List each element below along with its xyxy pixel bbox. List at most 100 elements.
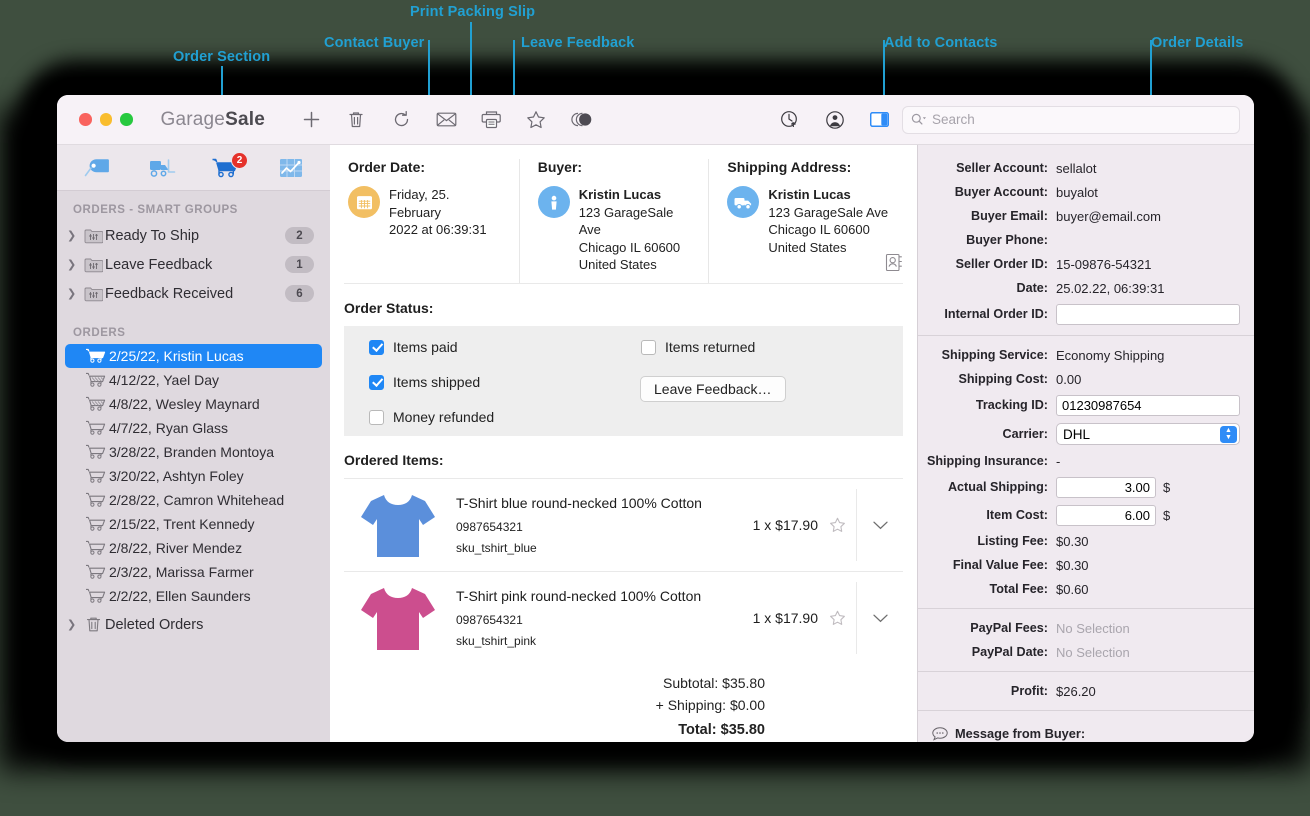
tshirt-image: [361, 588, 435, 650]
order-list-item[interactable]: 2/2/22, Ellen Saunders: [65, 584, 322, 608]
inspector-row-label: Item Cost:: [986, 508, 1048, 522]
sidebar-item-deleted-orders[interactable]: ❯ Deleted Orders: [57, 610, 330, 639]
items-shipped-checkbox[interactable]: [369, 374, 384, 390]
sidebar-item-count: 2: [285, 227, 314, 244]
tab-statistics[interactable]: [270, 153, 312, 183]
account-button[interactable]: [812, 103, 857, 137]
order-list-item[interactable]: 3/20/22, Ashtyn Foley: [65, 464, 322, 488]
tag-icon: [84, 158, 109, 176]
close-button[interactable]: [79, 113, 92, 126]
checkbox-items-returned[interactable]: Items returned: [641, 339, 755, 355]
items-paid-label: Items paid: [393, 339, 458, 355]
order-list-item[interactable]: 4/12/22, Yael Day: [65, 368, 322, 392]
sidebar-item-leave-feedback[interactable]: ❯ Leave Feedback 1: [57, 250, 330, 279]
add-button[interactable]: [289, 103, 334, 137]
chevron-right-icon[interactable]: ❯: [67, 618, 81, 631]
ordered-item-row[interactable]: T-Shirt pink round-necked 100% Cotton 09…: [344, 571, 903, 664]
cart-icon: [85, 492, 105, 507]
inspector-row-input[interactable]: 01230987654: [1056, 394, 1240, 416]
inspector-row-input[interactable]: [1056, 303, 1240, 325]
ordered-item-row[interactable]: T-Shirt blue round-necked 100% Cotton 09…: [344, 478, 903, 571]
inspector-row-label: Shipping Cost:: [958, 372, 1048, 386]
cart-icon: [85, 516, 105, 531]
zoom-button[interactable]: [120, 113, 133, 126]
money-refunded-checkbox[interactable]: [369, 409, 384, 425]
checkbox-items-shipped[interactable]: Items shipped: [369, 374, 480, 390]
item-expand-chevron-down-icon[interactable]: [856, 582, 903, 654]
inspector-row-label: Carrier:: [1002, 427, 1049, 441]
inspector-row-select[interactable]: DHL ▲ ▼: [1056, 423, 1240, 445]
chevron-right-icon[interactable]: ❯: [67, 287, 81, 300]
favorite-button[interactable]: [514, 103, 559, 137]
order-cart-icon: [81, 372, 109, 388]
app-title-light: Garage: [160, 108, 226, 130]
tab-orders[interactable]: 2: [205, 151, 248, 183]
order-cart-icon: [81, 588, 109, 604]
shipping-street: 123 GarageSale Ave: [768, 204, 889, 220]
inspector-row-input[interactable]: 3.00: [1056, 476, 1156, 498]
item-info: T-Shirt blue round-necked 100% Cotton 09…: [452, 495, 726, 555]
annotation-order-section: Order Section: [173, 49, 271, 65]
sidebar-item-ready-to-ship[interactable]: ❯ Ready To Ship 2: [57, 221, 330, 250]
item-expand-chevron-down-icon[interactable]: [856, 489, 903, 561]
shipping-address-cell: Shipping Address: Kristin Lucas 123 Gara…: [708, 159, 917, 283]
email-button[interactable]: [424, 103, 469, 137]
order-list-item-label: 4/8/22, Wesley Maynard: [109, 396, 260, 412]
delete-button[interactable]: [334, 103, 379, 137]
items-returned-checkbox[interactable]: [641, 339, 656, 355]
status-button[interactable]: [559, 103, 604, 137]
shipping-address-label: Shipping Address:: [727, 159, 852, 175]
order-list-item[interactable]: 2/28/22, Camron Whitehead: [65, 488, 322, 512]
inspector-row-value: buyalot: [1056, 184, 1098, 200]
order-list-item[interactable]: 2/8/22, River Mendez: [65, 536, 322, 560]
order-list-item[interactable]: 2/25/22, Kristin Lucas: [65, 344, 322, 368]
checkbox-items-paid[interactable]: Items paid: [369, 339, 458, 355]
order-list-item[interactable]: 3/28/22, Branden Montoya: [65, 440, 322, 464]
leave-feedback-button[interactable]: Leave Feedback…: [640, 376, 786, 402]
app-title: GarageSale: [161, 109, 265, 131]
order-list-item[interactable]: 4/7/22, Ryan Glass: [65, 416, 322, 440]
message-from-buyer-header: Message from Buyer:: [918, 718, 1254, 742]
subtotal-line: Subtotal: $35.80: [663, 675, 765, 691]
inspector-row-label: PayPal Date:: [971, 645, 1048, 659]
buyer-city: Chicago IL 60600: [578, 239, 681, 255]
order-list-item[interactable]: 4/8/22, Wesley Maynard: [65, 392, 322, 416]
item-sku: sku_tshirt_blue: [456, 541, 537, 555]
cart-icon: [85, 444, 105, 459]
chevron-right-icon[interactable]: ❯: [67, 229, 81, 242]
item-favorite-icon[interactable]: [818, 610, 856, 626]
print-button[interactable]: [469, 103, 514, 137]
item-thumbnail: [344, 582, 452, 654]
checkbox-money-refunded[interactable]: Money refunded: [369, 409, 494, 425]
order-date-cell: Order Date: Friday, 25. February 2022 at…: [330, 159, 519, 283]
add-to-contacts-button[interactable]: [885, 253, 904, 277]
search-input[interactable]: Search: [902, 105, 1240, 134]
inspector-row: Shipping Service: Economy Shipping: [918, 343, 1254, 367]
annotation-contact-buyer: Contact Buyer: [324, 35, 425, 51]
chevron-updown-icon[interactable]: ▲ ▼: [1220, 426, 1237, 443]
toggle-inspector-button[interactable]: [857, 103, 902, 137]
inspector-row-label: Profit:: [1010, 684, 1048, 698]
order-list-item[interactable]: 2/3/22, Marissa Farmer: [65, 560, 322, 584]
inspector-row-label: Date:: [1016, 281, 1049, 295]
minimize-button[interactable]: [99, 113, 112, 126]
inspector-row-input[interactable]: 6.00: [1056, 504, 1156, 526]
inspector-group-paypal: PayPal Fees: No Selection PayPal Date: No S…: [918, 616, 1254, 664]
inspector-divider: [918, 335, 1254, 336]
order-list-item-label: 2/3/22, Marissa Farmer: [109, 564, 254, 580]
item-favorite-icon[interactable]: [818, 517, 856, 533]
refresh-button[interactable]: [379, 103, 424, 137]
tab-listings[interactable]: [75, 153, 117, 183]
order-list-item[interactable]: 2/15/22, Trent Kennedy: [65, 512, 322, 536]
chevron-right-icon[interactable]: ❯: [67, 258, 81, 271]
tab-shipping[interactable]: [140, 153, 182, 183]
inspector-row-value: sellalot: [1056, 160, 1097, 176]
items-paid-checkbox[interactable]: [369, 339, 384, 355]
inspector-row: Date: 25.02.22, 06:39:31: [918, 276, 1254, 300]
sidebar-item-feedback-received[interactable]: ❯ Feedback Received 6: [57, 279, 330, 308]
inspector-row: Buyer Account: buyalot: [918, 180, 1254, 204]
inspector-row-value: No Selection: [1056, 644, 1130, 660]
annotation-order-details: Order Details: [1151, 35, 1244, 51]
notifications-button[interactable]: [767, 103, 812, 137]
inspector-group-profit: Profit: $26.20: [918, 679, 1254, 703]
